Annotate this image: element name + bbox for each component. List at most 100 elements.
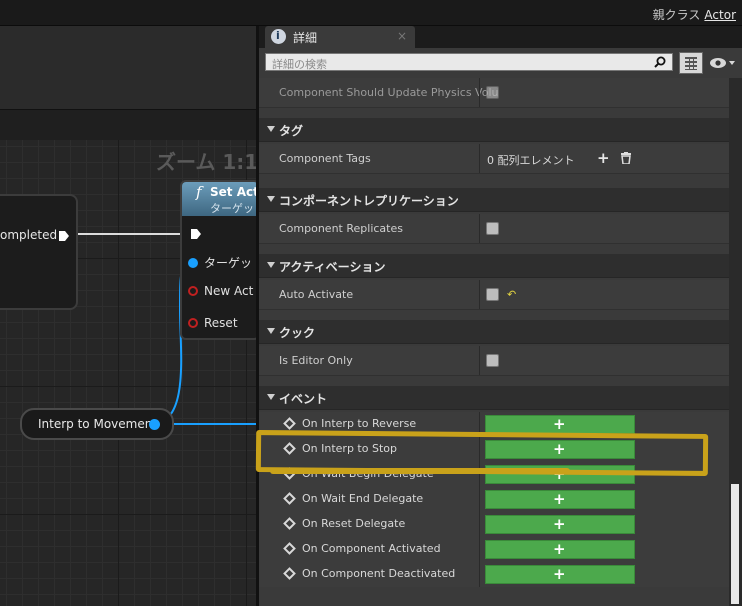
collapse-arrow-icon bbox=[267, 126, 275, 132]
reset-pin-icon bbox=[188, 318, 198, 328]
prop-update-physics: Component Should Update Physics Volu bbox=[259, 78, 729, 108]
event-diamond-icon bbox=[283, 542, 296, 555]
prop-component-tags-label: Component Tags bbox=[279, 152, 371, 165]
search-icon bbox=[654, 56, 666, 68]
event-diamond-icon bbox=[283, 492, 296, 505]
exec-in-pin-icon[interactable] bbox=[190, 228, 202, 240]
collapse-arrow-icon bbox=[267, 328, 275, 334]
column-divider bbox=[479, 562, 480, 587]
update-physics-checkbox[interactable] bbox=[486, 86, 499, 99]
auto-activate-checkbox[interactable] bbox=[486, 288, 499, 301]
column-divider bbox=[479, 280, 480, 309]
reset-pin[interactable]: Reset bbox=[188, 316, 238, 330]
top-bar: 親クラス Actor bbox=[0, 0, 742, 26]
event-name: On Interp to Reverse bbox=[302, 417, 417, 430]
column-divider bbox=[479, 487, 480, 512]
plus-icon: + bbox=[553, 490, 566, 508]
prop-component-tags: Component Tags 0 配列エレメント + bbox=[259, 144, 729, 174]
close-icon[interactable]: × bbox=[397, 29, 407, 43]
target-pin[interactable]: ターゲッ bbox=[188, 254, 252, 271]
scrollbar-thumb[interactable] bbox=[731, 484, 739, 604]
collapse-arrow-icon bbox=[267, 196, 275, 202]
prop-is-editor-only-label: Is Editor Only bbox=[279, 354, 353, 367]
exec-out-pin-icon[interactable] bbox=[58, 230, 70, 242]
plus-icon: + bbox=[553, 415, 566, 433]
event-name: On Component Deactivated bbox=[302, 567, 456, 580]
info-icon bbox=[271, 29, 286, 44]
set-active-node[interactable]: f Set Act ターゲッ ターゲッ New Act Reset bbox=[180, 180, 260, 340]
view-options-button[interactable] bbox=[709, 56, 737, 73]
event-name: On Component Activated bbox=[302, 542, 441, 555]
add-element-icon[interactable]: + bbox=[597, 149, 610, 167]
category-events-title: イベント bbox=[279, 392, 328, 406]
eye-icon bbox=[710, 58, 735, 68]
interp-node-label: Interp to Movement bbox=[38, 417, 158, 431]
trash-icon[interactable] bbox=[621, 152, 631, 164]
add-event-button[interactable]: + bbox=[485, 540, 635, 559]
reset-pin-label: Reset bbox=[204, 316, 238, 330]
category-events[interactable]: イベント bbox=[259, 386, 729, 410]
tab-bar: 詳細 × bbox=[259, 26, 742, 48]
collapse-arrow-icon bbox=[267, 262, 275, 268]
grid-icon bbox=[685, 57, 697, 70]
new-active-pin-icon bbox=[188, 286, 198, 296]
set-active-node-title: Set Act bbox=[210, 185, 259, 199]
completed-node[interactable]: ompleted bbox=[0, 194, 78, 310]
plus-icon: + bbox=[553, 540, 566, 558]
search-placeholder: 詳細の検索 bbox=[272, 58, 327, 71]
column-divider bbox=[479, 512, 480, 537]
event-diamond-icon bbox=[283, 417, 296, 430]
details-search-input[interactable]: 詳細の検索 bbox=[265, 53, 673, 71]
parent-class-label: 親クラス bbox=[652, 8, 701, 22]
add-event-button[interactable]: + bbox=[485, 490, 635, 509]
zoom-label: ズーム 1:1 bbox=[156, 150, 259, 174]
category-replication[interactable]: コンポーネントレプリケーション bbox=[259, 188, 729, 212]
is-editor-only-checkbox[interactable] bbox=[486, 354, 499, 367]
event-row: On Reset Delegate + bbox=[259, 512, 729, 537]
component-replicates-checkbox[interactable] bbox=[486, 222, 499, 235]
new-active-pin[interactable]: New Act bbox=[188, 284, 253, 298]
exec-wire bbox=[66, 233, 186, 235]
plus-icon: + bbox=[553, 515, 566, 533]
set-active-node-subtitle: ターゲッ bbox=[210, 202, 254, 215]
interp-out-pin-icon[interactable] bbox=[149, 419, 160, 430]
parent-class-link[interactable]: Actor bbox=[704, 8, 736, 22]
set-active-node-header: f Set Act ターゲッ bbox=[182, 182, 258, 216]
category-activation[interactable]: アクティベーション bbox=[259, 254, 729, 278]
add-event-button[interactable]: + bbox=[485, 565, 635, 584]
reset-default-icon[interactable]: ↶ bbox=[507, 288, 516, 301]
category-cook-title: クック bbox=[279, 326, 316, 340]
category-tags-title: タグ bbox=[279, 124, 304, 138]
tab-details[interactable]: 詳細 × bbox=[265, 26, 415, 48]
function-icon: f bbox=[196, 183, 202, 201]
new-active-pin-label: New Act bbox=[204, 284, 254, 298]
prop-auto-activate-label: Auto Activate bbox=[279, 288, 354, 301]
event-row: On Component Activated + bbox=[259, 537, 729, 562]
prop-update-physics-label: Component Should Update Physics Volu bbox=[279, 86, 499, 99]
event-row: On Wait End Delegate + bbox=[259, 487, 729, 512]
collapse-arrow-icon bbox=[267, 394, 275, 400]
search-row: 詳細の検索 bbox=[259, 48, 742, 78]
tab-details-label: 詳細 bbox=[293, 31, 318, 45]
column-divider bbox=[479, 537, 480, 562]
event-name: On Wait End Delegate bbox=[302, 492, 424, 505]
event-diamond-icon bbox=[283, 517, 296, 530]
graph-header bbox=[0, 110, 256, 140]
component-tags-value: 0 配列エレメント bbox=[487, 154, 575, 167]
category-cook[interactable]: クック bbox=[259, 320, 729, 344]
interp-to-movement-node[interactable]: Interp to Movement bbox=[20, 408, 174, 440]
add-event-button[interactable]: + bbox=[485, 515, 635, 534]
column-divider bbox=[479, 214, 480, 243]
add-event-button[interactable]: + bbox=[485, 415, 635, 434]
category-activation-title: アクティベーション bbox=[279, 260, 386, 274]
column-divider bbox=[479, 346, 480, 375]
event-diamond-icon bbox=[283, 567, 296, 580]
property-matrix-button[interactable] bbox=[679, 52, 703, 74]
event-name: On Reset Delegate bbox=[302, 517, 406, 530]
completed-node-label: ompleted bbox=[0, 228, 58, 242]
category-tags[interactable]: タグ bbox=[259, 118, 729, 142]
event-row: On Component Deactivated + bbox=[259, 562, 729, 587]
viewport-area bbox=[0, 26, 256, 110]
prop-is-editor-only: Is Editor Only bbox=[259, 346, 729, 376]
column-divider bbox=[479, 144, 480, 173]
